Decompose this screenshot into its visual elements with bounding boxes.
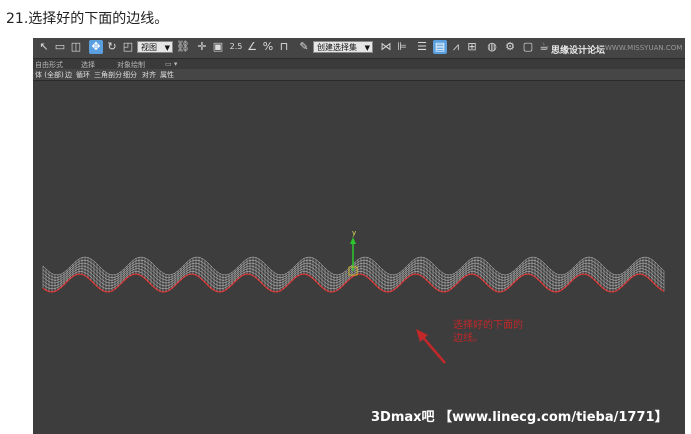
rotate-icon[interactable]: ↻ (105, 40, 119, 54)
curve-editor-icon[interactable]: ⩘ (449, 40, 463, 54)
ribbon-item-subdivide[interactable]: 细分 (123, 70, 137, 80)
select-icon[interactable]: ↖ (37, 40, 51, 54)
spinner-snap-icon[interactable]: ⊓ (277, 40, 291, 54)
step-caption: 21.选择好的下面的边线。 (6, 11, 169, 27)
render-setup-icon[interactable]: ⚙ (503, 40, 517, 54)
ribbon-item-triangulate[interactable]: 三角剖分 (94, 70, 122, 80)
link-icon[interactable]: ⛓ (176, 40, 190, 54)
view-dropdown[interactable]: 视图 ▼ (137, 41, 173, 53)
mirror-icon[interactable]: ⋈ (379, 40, 393, 54)
ribbon-toggle-icon[interactable]: ▤ (433, 40, 447, 54)
selection-set-dropdown[interactable]: 创建选择集 ▼ (313, 41, 373, 53)
ribbon-item-body[interactable]: 体 (全部) (35, 70, 64, 80)
ribbon-panel: 体 (全部) 边 循环 三角剖分 细分 对齐 属性 (33, 69, 685, 81)
render-frame-icon[interactable]: ▢ (521, 40, 535, 54)
perspective-viewport[interactable]: y (33, 81, 685, 434)
annotation-line-2: 边线。 (453, 333, 483, 344)
layer-icon[interactable]: ☰ (415, 40, 429, 54)
annotation-line-1: 选择好的下面的 (453, 320, 523, 331)
rect-select-icon[interactable]: ▭ (53, 40, 67, 54)
app-screenshot: ↖ ▭ ◫ ✥ ↻ ◰ 视图 ▼ ⛓ ✛ ▣ 2.5 ∠ % ⊓ ✎ 创建选择集… (33, 38, 685, 434)
pivot-icon[interactable]: ✛ (195, 40, 209, 54)
annotation-note: 选择好的下面的 边线。 (453, 319, 553, 345)
forum-watermark: 思缘设计论坛 (551, 46, 606, 56)
move-icon[interactable]: ✥ (89, 40, 103, 54)
ribbon-item-loop[interactable]: 循环 (76, 70, 90, 80)
schematic-icon[interactable]: ⊞ (465, 40, 479, 54)
chevron-down-icon: ▼ (164, 44, 170, 52)
view-dropdown-value: 视图 (141, 43, 157, 52)
annotation-arrow (416, 329, 446, 364)
percent-snap-icon[interactable]: % (261, 40, 275, 54)
gizmo-axis-label: y (352, 229, 356, 237)
edit-named-sets-icon[interactable]: ✎ (297, 40, 311, 54)
window-crossing-icon[interactable]: ◫ (69, 40, 83, 54)
selection-set-value: 创建选择集 (317, 43, 357, 52)
forum-watermark-url: WWW.MISSYUAN.COM (605, 44, 683, 52)
ribbon-options-icon[interactable]: ▭ ▾ (165, 60, 177, 68)
scale-icon[interactable]: ◰ (121, 40, 135, 54)
snap-toggle-icon[interactable]: 2.5 (229, 40, 243, 54)
viewport-canvas: y (42, 229, 665, 364)
chevron-down-icon: ▼ (364, 44, 370, 52)
ribbon-item-properties[interactable]: 属性 (160, 70, 174, 80)
manipulate-icon[interactable]: ▣ (211, 40, 225, 54)
align-icon[interactable]: ⊫ (395, 40, 409, 54)
main-toolbar: ↖ ▭ ◫ ✥ ↻ ◰ 视图 ▼ ⛓ ✛ ▣ 2.5 ∠ % ⊓ ✎ 创建选择集… (33, 38, 685, 59)
angle-snap-icon[interactable]: ∠ (245, 40, 259, 54)
teapot-icon[interactable]: ☕ (537, 40, 551, 54)
ribbon-item-align[interactable]: 对齐 (142, 70, 156, 80)
ribbon-item-edge[interactable]: 边 (65, 70, 72, 80)
ribbon-tabs: 自由形式 选择 对象绘制 ▭ ▾ (33, 59, 685, 69)
bottom-watermark: 3Dmax吧 【www.linecg.com/tieba/1771】 (371, 410, 668, 425)
material-editor-icon[interactable]: ◍ (485, 40, 499, 54)
